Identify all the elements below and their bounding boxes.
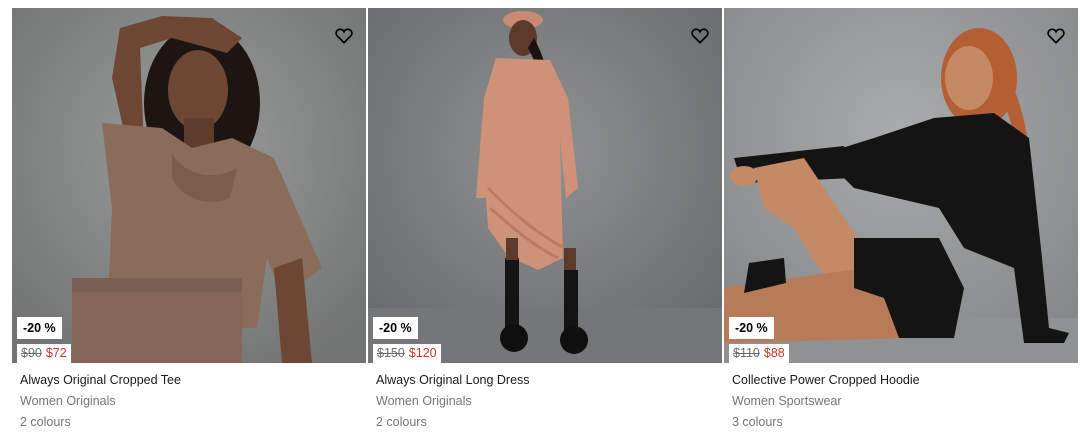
product-image[interactable]: -20 % $90 $72 <box>12 8 366 363</box>
original-price: $110 <box>733 346 760 360</box>
product-grid: -20 % $90 $72 Always Original Cropped Tee… <box>12 8 1080 440</box>
wishlist-heart-icon[interactable] <box>334 26 354 46</box>
discount-badge: -20 % <box>729 317 774 339</box>
product-image[interactable]: -20 % $110 $88 <box>724 8 1078 363</box>
price-tag: $90 $72 <box>17 344 71 363</box>
product-photo-black-hoodie <box>724 8 1078 363</box>
sale-price: $88 <box>763 346 785 360</box>
product-image[interactable]: -20 % $150 $120 <box>368 8 722 363</box>
sale-price: $72 <box>45 346 67 360</box>
price-tag: $150 $120 <box>373 344 441 363</box>
product-name[interactable]: Always Original Cropped Tee <box>20 373 181 387</box>
product-photo-peach-dress <box>368 8 722 363</box>
original-price: $90 <box>21 346 42 360</box>
product-category: Women Originals <box>20 394 116 408</box>
discount-badge: -20 % <box>17 317 62 339</box>
product-card[interactable]: -20 % $90 $72 Always Original Cropped Tee… <box>12 8 366 440</box>
wishlist-heart-icon[interactable] <box>1046 26 1066 46</box>
product-colours: 3 colours <box>732 415 783 429</box>
product-card[interactable]: -20 % $110 $88 Collective Power Cropped H… <box>724 8 1078 440</box>
product-category: Women Sportswear <box>732 394 842 408</box>
wishlist-heart-icon[interactable] <box>690 26 710 46</box>
product-category: Women Originals <box>376 394 472 408</box>
product-colours: 2 colours <box>20 415 71 429</box>
product-colours: 2 colours <box>376 415 427 429</box>
product-name[interactable]: Always Original Long Dress <box>376 373 530 387</box>
price-tag: $110 $88 <box>729 344 789 363</box>
original-price: $150 <box>377 346 405 360</box>
product-card[interactable]: -20 % $150 $120 Always Original Long Dres… <box>368 8 722 440</box>
product-name[interactable]: Collective Power Cropped Hoodie <box>732 373 920 387</box>
sale-price: $120 <box>408 346 437 360</box>
product-photo-brown-tee <box>12 8 366 363</box>
discount-badge: -20 % <box>373 317 418 339</box>
